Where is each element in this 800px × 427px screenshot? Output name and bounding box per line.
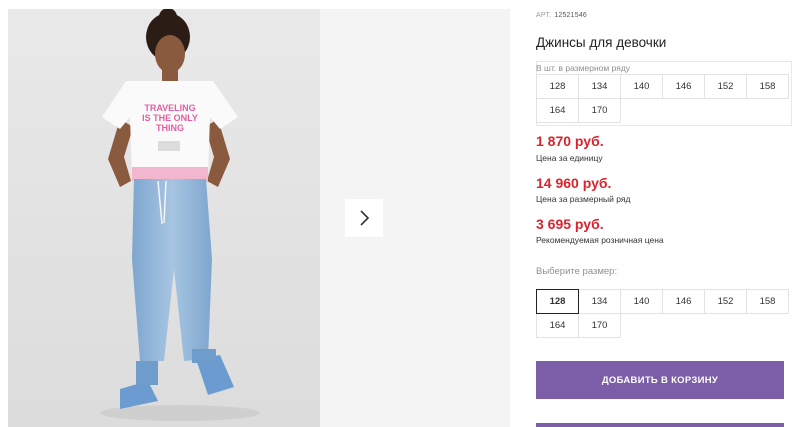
- article-number: АРТ. 12521546: [536, 12, 587, 19]
- chevron-right-icon: [360, 210, 370, 226]
- size-option-152[interactable]: 152: [704, 289, 747, 314]
- shirt-print-line3: THING: [156, 123, 184, 133]
- size-option-134[interactable]: 134: [578, 289, 621, 314]
- row-price-label: Цена за размерный ряд: [536, 194, 631, 204]
- size-option-170[interactable]: 170: [578, 313, 621, 338]
- article-label: АРТ.: [536, 12, 552, 19]
- next-photo-button[interactable]: [345, 199, 383, 237]
- size-row-cell: 146: [662, 74, 705, 99]
- product-info: АРТ. 12521546 Джинсы для девочки В шт. в …: [536, 0, 792, 427]
- size-row-cell: 164: [536, 98, 579, 123]
- size-row-label: В шт. в размерном ряду: [536, 63, 631, 73]
- shirt-print-line2: IS THE ONLY: [142, 113, 198, 123]
- size-select-label: Выберите размер:: [536, 266, 618, 277]
- size-option-140[interactable]: 140: [620, 289, 663, 314]
- unit-price-label: Цена за единицу: [536, 153, 603, 163]
- model-illustration: TRAVELING IS THE ONLY THING: [8, 9, 320, 427]
- product-photo[interactable]: TRAVELING IS THE ONLY THING: [8, 9, 320, 427]
- size-selector: 128 134 140 146 152 158 164 170: [536, 289, 789, 338]
- size-option-146[interactable]: 146: [662, 289, 705, 314]
- size-row-cell: 128: [536, 74, 579, 99]
- product-title: Джинсы для девочки: [536, 35, 667, 50]
- size-option-128[interactable]: 128: [536, 289, 579, 314]
- size-row-cell: 170: [578, 98, 621, 123]
- unit-price: 1 870 руб.: [536, 133, 604, 149]
- size-row-cell: 158: [746, 74, 789, 99]
- retail-price: 3 695 руб.: [536, 216, 604, 232]
- article-value: 12521546: [554, 12, 588, 19]
- retail-price-label: Рекомендуемая розничная цена: [536, 235, 664, 245]
- secondary-button[interactable]: [536, 423, 784, 427]
- row-price: 14 960 руб.: [536, 175, 612, 191]
- size-row-cell: 134: [578, 74, 621, 99]
- product-gallery: TRAVELING IS THE ONLY THING: [8, 9, 510, 427]
- size-row-cell: 152: [704, 74, 747, 99]
- size-option-158[interactable]: 158: [746, 289, 789, 314]
- size-option-164[interactable]: 164: [536, 313, 579, 338]
- size-row-grid: 128 134 140 146 152 158 164 170: [536, 74, 789, 123]
- size-row-cell: 140: [620, 74, 663, 99]
- shirt-print-line1: TRAVELING: [144, 103, 195, 113]
- add-to-cart-button[interactable]: ДОБАВИТЬ В КОРЗИНУ: [536, 361, 784, 399]
